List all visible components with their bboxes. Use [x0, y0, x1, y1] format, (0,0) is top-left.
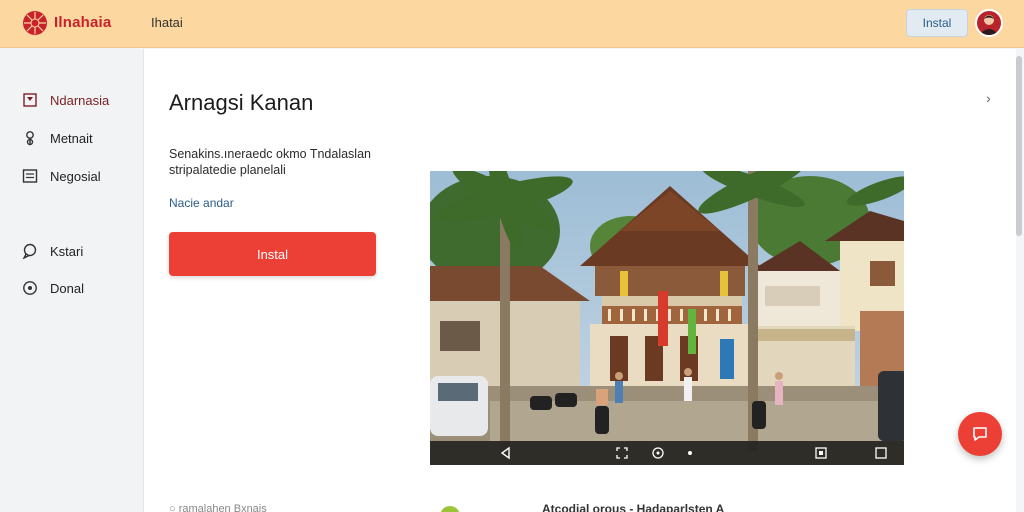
sidebar-item-label: Kstari	[50, 243, 84, 259]
avatar[interactable]	[975, 9, 1003, 37]
sidebar-item-ndarnasia[interactable]: Ndarnasia	[22, 89, 109, 111]
top-header: Ilnahaia Ihatai Instal	[0, 0, 1024, 48]
sidebar-item-label: Metnait	[50, 130, 93, 146]
logo-icon[interactable]	[22, 10, 48, 36]
caption-icon[interactable]	[813, 445, 829, 461]
photo-illustration	[430, 171, 904, 465]
sidebar-item-negosial[interactable]: Negosial	[22, 165, 101, 187]
description-line: stripalatedie planelali	[169, 163, 286, 177]
volume-icon[interactable]	[682, 445, 698, 461]
floating-action-button[interactable]	[958, 412, 1002, 456]
back-icon[interactable]	[498, 445, 514, 461]
sidebar-item-donal[interactable]: Donal	[22, 277, 84, 299]
fullscreen-icon[interactable]	[614, 445, 630, 461]
scrollbar[interactable]	[1016, 56, 1022, 236]
brand-name[interactable]: Ilnahaia	[54, 14, 111, 31]
user-avatar-icon	[979, 15, 999, 35]
page-title: Arnagsi Kanan	[169, 90, 314, 115]
circle-info-icon	[22, 280, 38, 296]
pin-icon	[22, 130, 38, 146]
flag-icon	[22, 92, 38, 108]
header-tab[interactable]: Ihatai	[151, 15, 183, 30]
bottom-text-right: Atcodial orous - Hadaparlsten A	[542, 502, 725, 512]
sidebar-item-label: Ndarnasia	[50, 92, 110, 108]
village-photo[interactable]	[430, 171, 904, 465]
chat-bubble-icon	[973, 427, 987, 441]
list-icon	[22, 168, 38, 184]
read-more-link[interactable]: Nacie andar	[169, 196, 234, 210]
description-line: Senakins.ıneraedc okmo Tndalaslan	[169, 147, 371, 161]
chevron-right-icon[interactable]: ›	[986, 90, 991, 106]
install-button-header[interactable]: Instal	[906, 9, 968, 37]
description: Senakins.ıneraedc okmo Tndalaslan stripa…	[169, 146, 399, 178]
sidebar-item-metnait[interactable]: Metnait	[22, 127, 93, 149]
chat-icon	[22, 243, 38, 259]
sidebar-item-label: Donal	[50, 280, 84, 296]
media-controls	[430, 441, 904, 465]
settings-icon[interactable]	[650, 445, 666, 461]
sidebar-item-kstari[interactable]: Kstari	[22, 240, 83, 262]
install-button[interactable]: Instal	[169, 232, 376, 276]
bottom-text-left: ○ ramalahen Bxnais	[169, 503, 267, 512]
expand-icon[interactable]	[873, 445, 889, 461]
sidebar-item-label: Negosial	[50, 168, 101, 184]
